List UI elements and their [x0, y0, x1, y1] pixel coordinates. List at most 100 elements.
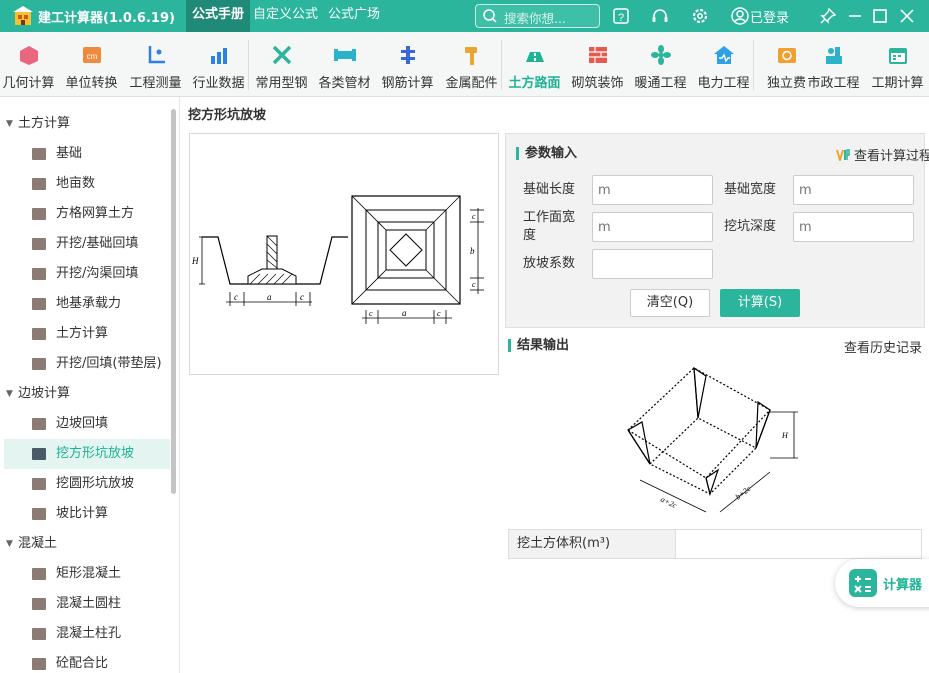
toolbar-item-municipal[interactable]: 市政工程 — [802, 32, 865, 96]
toolbar-item-geometry[interactable]: 几何计算 — [0, 32, 60, 96]
toolbar-item-fan[interactable]: 暖通工程 — [629, 32, 692, 96]
sidebar-item[interactable]: 基础 — [4, 139, 170, 169]
app-logo-icon — [13, 6, 33, 25]
toolbar-item-unit-convert[interactable]: cm 单位转换 — [60, 32, 123, 96]
sidebar-item[interactable]: 土方计算 — [4, 319, 170, 349]
expand-arrow-icon: ▼ — [6, 539, 13, 549]
fee-icon — [777, 48, 796, 63]
sidebar-item-label: 地亩数 — [56, 176, 96, 191]
mix-ratio-icon — [32, 658, 46, 670]
toolbar-item-rebar[interactable]: 钢筋计算 — [376, 32, 439, 96]
search-icon — [483, 9, 497, 23]
minimize-icon[interactable] — [845, 6, 865, 26]
close-icon[interactable] — [897, 6, 917, 26]
user-icon[interactable] — [730, 6, 750, 26]
result-label-h: H — [781, 431, 789, 440]
round-pit-icon — [32, 478, 46, 490]
sidebar: ▼ 土方计算 基础地亩数方格网算土方开挖/基础回填 开挖/沟渠回填地基承载力土方计算开… — [0, 97, 180, 673]
toolbar-item-power[interactable]: 电力工程 — [692, 32, 755, 96]
sidebar-item[interactable]: 坡比计算 — [4, 499, 170, 529]
toolbar-item-chart[interactable]: 行业数据 — [187, 32, 250, 96]
pin-icon[interactable] — [818, 6, 838, 26]
sidebar-item[interactable]: 矩形混凝土 — [4, 559, 170, 589]
diagram-label-b: b — [470, 246, 475, 256]
pit-depth-input[interactable] — [793, 212, 914, 242]
earthwork-icon — [32, 328, 46, 340]
maximize-icon[interactable] — [870, 6, 890, 26]
sidebar-item[interactable]: 开挖/沟渠回填 — [4, 259, 170, 289]
toolbar-item-calendar[interactable]: 工期计算 — [866, 32, 929, 96]
title-bar: 建工计算器(1.0.6.19) 公式手册 自定义公式 公式广场 搜索你想... … — [0, 0, 929, 32]
base-width-label: 基础宽度 — [724, 182, 777, 197]
work-face-width-label: 工作面宽度 — [523, 210, 576, 243]
sidebar-item[interactable]: 开挖/基础回填 — [4, 229, 170, 259]
diagram-label-c3: c — [472, 212, 476, 221]
toolbar-item-brick[interactable]: 砌筑装饰 — [566, 32, 629, 96]
view-calc-process-link[interactable]: 查看计算过程 — [836, 145, 929, 164]
toolbar-divider — [501, 40, 502, 90]
result-label-b2c: b+2c — [734, 484, 753, 502]
sidebar-item[interactable]: 挖方形坑放坡 — [4, 439, 170, 469]
settings-icon[interactable] — [690, 6, 710, 26]
category-toolbar: 几何计算 cm 单位转换 工程测量 行业数据 常用型钢 各类管材 钢筋计算 金属配件 土方路面 砌筑… — [0, 32, 929, 97]
sidebar-item[interactable]: 方格网算土方 — [4, 199, 170, 229]
toolbar-item-label: 单位转换 — [65, 76, 118, 91]
sidebar-item-label: 坡比计算 — [56, 506, 109, 521]
toolbar-item-pipe[interactable]: 各类管材 — [313, 32, 376, 96]
view-history-link[interactable]: 查看历史记录 — [844, 337, 922, 356]
power-icon — [713, 46, 734, 64]
tab-formula-square[interactable]: 公式广场 — [322, 0, 386, 32]
slope-coefficient-input[interactable] — [592, 249, 713, 279]
base-width-input[interactable] — [793, 175, 914, 205]
trench-icon — [32, 268, 46, 280]
calculate-button[interactable]: 计算(S) — [720, 289, 800, 317]
page-title: 挖方形坑放坡 — [188, 108, 267, 123]
toolbar-item-label: 电力工程 — [697, 76, 750, 91]
headset-icon[interactable] — [650, 6, 670, 26]
result-3d-diagram: H a+2c b+2c — [627, 366, 798, 513]
sidebar-item[interactable]: 砼配合比 — [4, 649, 170, 673]
calculator-button[interactable]: 计算器 — [835, 559, 929, 607]
tab-formula-manual[interactable]: 公式手册 — [186, 0, 251, 32]
clear-button[interactable]: 清空(Q) — [630, 289, 710, 317]
rebar-icon — [400, 46, 415, 64]
search-box[interactable]: 搜索你想... — [475, 4, 600, 28]
grid-icon — [32, 208, 46, 220]
toolbar-item-hammer[interactable]: 金属配件 — [440, 32, 503, 96]
sidebar-item-label: 挖圆形坑放坡 — [56, 476, 135, 491]
sidebar-item-label: 开挖/沟渠回填 — [56, 266, 139, 281]
sidebar-item-label: 开挖/基础回填 — [56, 236, 139, 251]
sidebar-group-label: 边坡计算 — [18, 386, 71, 401]
login-status[interactable]: 已登录 — [750, 7, 789, 26]
tab-custom-formula[interactable]: 自定义公式 — [247, 0, 324, 32]
sidebar-item[interactable]: 开挖/回填(带垫层) — [4, 349, 170, 379]
toolbar-item-road[interactable]: 土方路面 — [503, 32, 566, 96]
toolbar-item-steel[interactable]: 常用型钢 — [250, 32, 313, 96]
work-face-width-input[interactable] — [592, 212, 713, 242]
toolbar-item-label: 行业数据 — [192, 76, 245, 91]
sidebar-item[interactable]: 挖圆形坑放坡 — [4, 469, 170, 499]
sidebar-item[interactable]: 边坡回填 — [4, 409, 170, 439]
diagram-label-h: H — [191, 256, 199, 266]
sidebar-item[interactable]: 地亩数 — [4, 169, 170, 199]
toolbar-item-label: 土方路面 — [508, 76, 561, 91]
base-length-label: 基础长度 — [523, 182, 576, 197]
help-icon[interactable]: ? — [611, 6, 631, 26]
sidebar-item[interactable]: 混凝土柱孔 — [4, 619, 170, 649]
sidebar-item-label: 土方计算 — [56, 326, 109, 341]
formula-diagram: H c a c c b c c a c — [189, 133, 499, 375]
sidebar-scrollbar[interactable] — [171, 109, 176, 494]
diagram-label-a2: a — [402, 308, 407, 318]
sidebar-group[interactable]: ▼ 土方计算 — [0, 109, 170, 139]
base-length-input[interactable] — [592, 175, 713, 205]
diagram-label-c5: c — [369, 309, 373, 318]
sidebar-group[interactable]: ▼ 混凝土 — [0, 529, 170, 559]
sidebar-item[interactable]: 地基承载力 — [4, 289, 170, 319]
unit-convert-icon: cm — [82, 47, 101, 63]
pipe-icon — [333, 49, 356, 61]
toolbar-item-survey[interactable]: 工程测量 — [124, 32, 187, 96]
chart-icon — [210, 48, 227, 64]
sidebar-group[interactable]: ▼ 边坡计算 — [0, 379, 170, 409]
geometry-icon — [19, 46, 38, 65]
sidebar-item[interactable]: 混凝土圆柱 — [4, 589, 170, 619]
